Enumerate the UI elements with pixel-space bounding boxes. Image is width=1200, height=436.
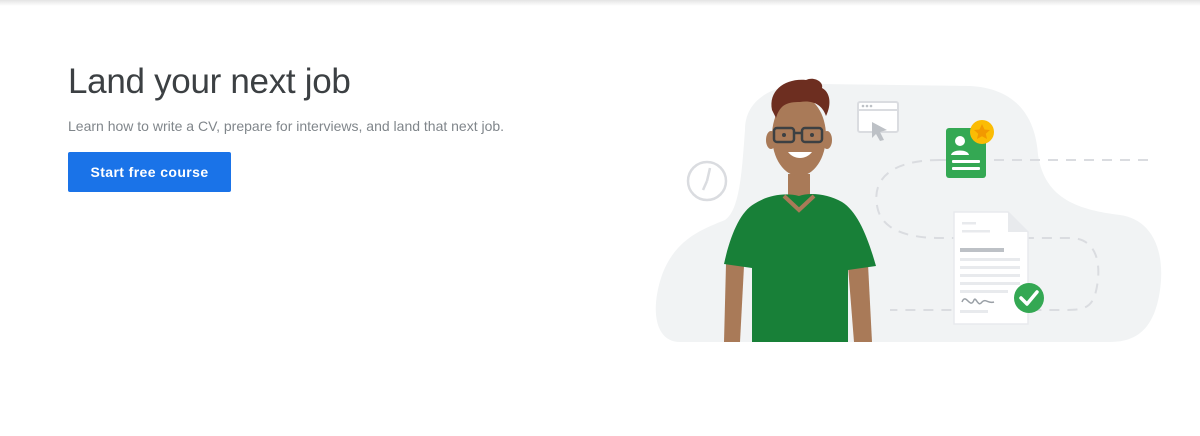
- hero-section: Land your next job Learn how to write a …: [0, 0, 1200, 436]
- page-title: Land your next job: [68, 62, 351, 101]
- document-icon: [953, 211, 1029, 325]
- clock-icon: [686, 160, 728, 202]
- job-seeker-illustration: [655, 78, 1162, 342]
- star-badge-icon: [970, 120, 994, 144]
- page-subtitle: Learn how to write a CV, prepare for int…: [68, 118, 505, 134]
- hero-text-block: Land your next job Learn how to write a …: [68, 60, 628, 192]
- start-free-course-button[interactable]: Start free course: [68, 152, 231, 192]
- checkmark-icon: [1014, 283, 1044, 313]
